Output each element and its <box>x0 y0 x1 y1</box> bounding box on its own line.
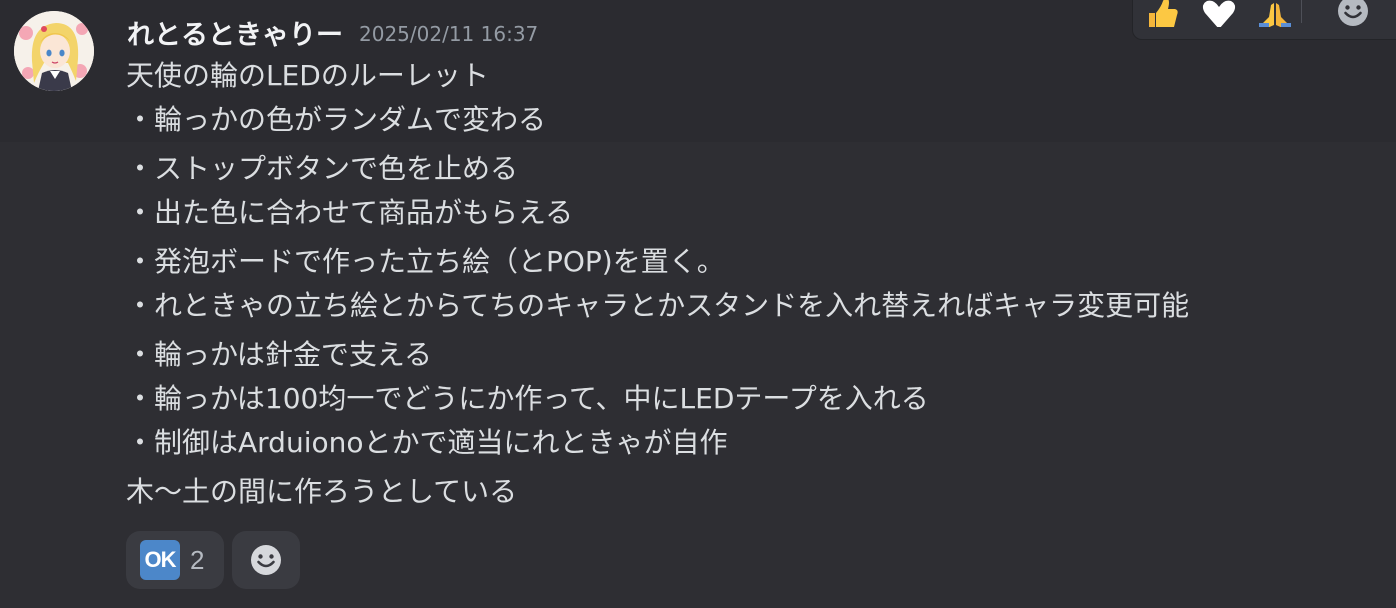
message-action-toolbar <box>1132 0 1396 40</box>
toolbar-separator <box>1301 0 1302 23</box>
message-content: 天使の輪のLEDのルーレット ・輪っかの色がランダムで変わる ・ストップボタンで… <box>126 54 1386 514</box>
chat-message: れとるときゃりー 2025/02/11 16:37 天使の輪のLEDのルーレット… <box>0 0 1396 608</box>
message-line: ・ストップボタンで色を止める <box>126 152 519 185</box>
message-line: ・出た色に合わせて商品がもらえる <box>126 196 574 229</box>
username[interactable]: れとるときゃりー <box>127 13 343 52</box>
add-reaction-button[interactable] <box>232 531 300 589</box>
add-reaction-toolbar-button[interactable] <box>1331 0 1375 29</box>
message-line: 天使の輪のLEDのルーレット <box>126 59 489 92</box>
message-line: ・輪っかは針金で支える <box>126 338 433 371</box>
message-header: れとるときゃりー 2025/02/11 16:37 <box>127 12 538 52</box>
message-line: ・輪っかは100均一でどうにか作って、中にLEDテープを入れる <box>126 382 929 415</box>
message-line: ・制御はArduionoとかで適当にれときゃが自作 <box>126 426 728 459</box>
heart-icon <box>1202 0 1236 27</box>
folded-hands-icon <box>1259 3 1291 27</box>
thumbs-up-reaction-button[interactable] <box>1139 0 1183 29</box>
timestamp[interactable]: 2025/02/11 16:37 <box>359 22 538 46</box>
reaction-count: 2 <box>190 544 205 575</box>
anime-avatar-image <box>14 11 94 91</box>
message-line: ・発泡ボードで作った立ち絵（とPOP)を置く。 <box>126 245 725 278</box>
add-reaction-icon <box>1338 0 1368 26</box>
heart-reaction-button[interactable] <box>1197 0 1241 29</box>
message-line: 木〜土の間に作ろうとしている <box>126 475 518 508</box>
folded-hands-reaction-button[interactable] <box>1253 0 1297 29</box>
message-line: ・れときゃの立ち絵とからてちのキャラとかスタンドを入れ替えればキャラ変更可能 <box>126 289 1190 322</box>
message-line: ・輪っかの色がランダムで変わる <box>126 103 547 136</box>
thumbs-up-icon <box>1149 0 1178 27</box>
ok-button-emoji: OK <box>140 540 180 580</box>
reactions-bar: OK 2 <box>126 531 300 589</box>
smiley-add-icon <box>251 545 281 575</box>
avatar[interactable] <box>14 11 94 91</box>
ok-reaction-button[interactable]: OK 2 <box>126 531 224 589</box>
